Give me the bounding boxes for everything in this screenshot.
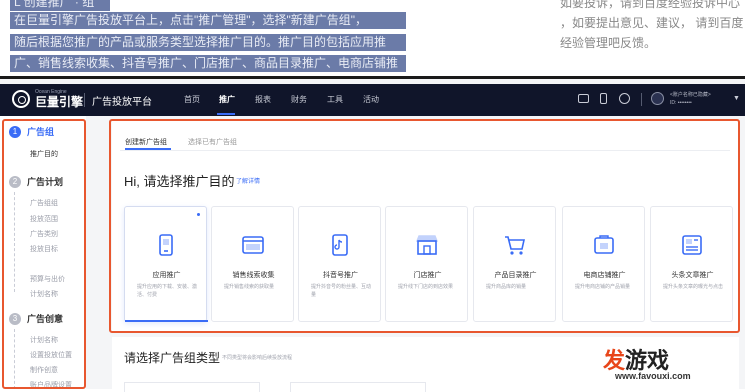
section-title: 请选择广告组类型 (124, 351, 221, 365)
sidebar-highlight-box (2, 119, 86, 389)
nav-promotion[interactable]: 推广 (219, 94, 235, 105)
section-subtitle: 不同类型将会影响后续投放流程 (222, 355, 293, 361)
doc-line: L 创建推广 · 组 (10, 0, 110, 11)
ad-group-type-option[interactable] (124, 382, 260, 392)
side-note-line: ，如要提出意见、建议， 请到百度 (560, 16, 744, 30)
side-note-line: 经验管理吧反馈。 (560, 36, 657, 50)
highlighted-paragraph: L 创建推广 · 组 在巨量引擎广告投放平台上，点击"推广管理"，选择"新建广告… (10, 0, 406, 78)
logo-icon (12, 90, 30, 108)
ocean-engine-logo[interactable]: Ocean Engine 巨量引擎 (12, 89, 83, 109)
top-navbar: Ocean Engine 巨量引擎 广告投放平台 首页 推广 报表 财务 工具 … (0, 84, 745, 116)
mail-icon[interactable] (578, 94, 589, 103)
platform-name: 广告投放平台 (92, 97, 152, 108)
account-id: ID: •••••••• (670, 100, 692, 106)
avatar[interactable] (651, 92, 664, 105)
help-icon[interactable] (619, 93, 630, 104)
nav-finance[interactable]: 财务 (291, 94, 307, 105)
account-name: <账户名称已隐藏> (670, 92, 711, 98)
doc-line: 随后根据您推广的产品或服务类型选择推广目的。推广目的包括应用推 (10, 34, 406, 51)
side-note-line: 如要投诉，请到百度经验投诉中心 (560, 0, 741, 10)
logo-cn-text: 巨量引擎 (35, 95, 84, 109)
doc-line: 广、销售线索收集、抖音号推广、门店推广、商品目录推广、电商店铺推 (10, 55, 406, 72)
nav-separator (84, 93, 85, 107)
account-info[interactable]: <账户名称已隐藏> ID: •••••••• (670, 91, 730, 107)
site-watermark: 发游戏 www.favouxi.com (603, 343, 743, 387)
document-region: L 创建推广 · 组 在巨量引擎广告投放平台上，点击"推广管理"，选择"新建广告… (0, 0, 745, 78)
nav-home[interactable]: 首页 (184, 94, 200, 105)
mobile-icon[interactable] (600, 93, 607, 104)
doc-line: 在巨量引擎广告投放平台上，点击"推广管理"，选择"新建广告组"， (10, 12, 406, 29)
nav-activities[interactable]: 活动 (363, 94, 379, 105)
doc-side-note: 如要投诉，请到百度经验投诉中心 ，如要提出意见、建议， 请到百度 经验管理吧反馈… (560, 0, 745, 52)
main-highlight-box (109, 119, 740, 333)
watermark-url: www.favouxi.com (615, 371, 691, 381)
nav-separator (641, 93, 642, 106)
chevron-down-icon[interactable]: ▼ (733, 95, 740, 102)
ad-group-type-option[interactable] (290, 382, 426, 392)
active-nav-indicator (217, 113, 235, 115)
nav-reports[interactable]: 报表 (255, 94, 271, 105)
nav-tools[interactable]: 工具 (327, 94, 343, 105)
